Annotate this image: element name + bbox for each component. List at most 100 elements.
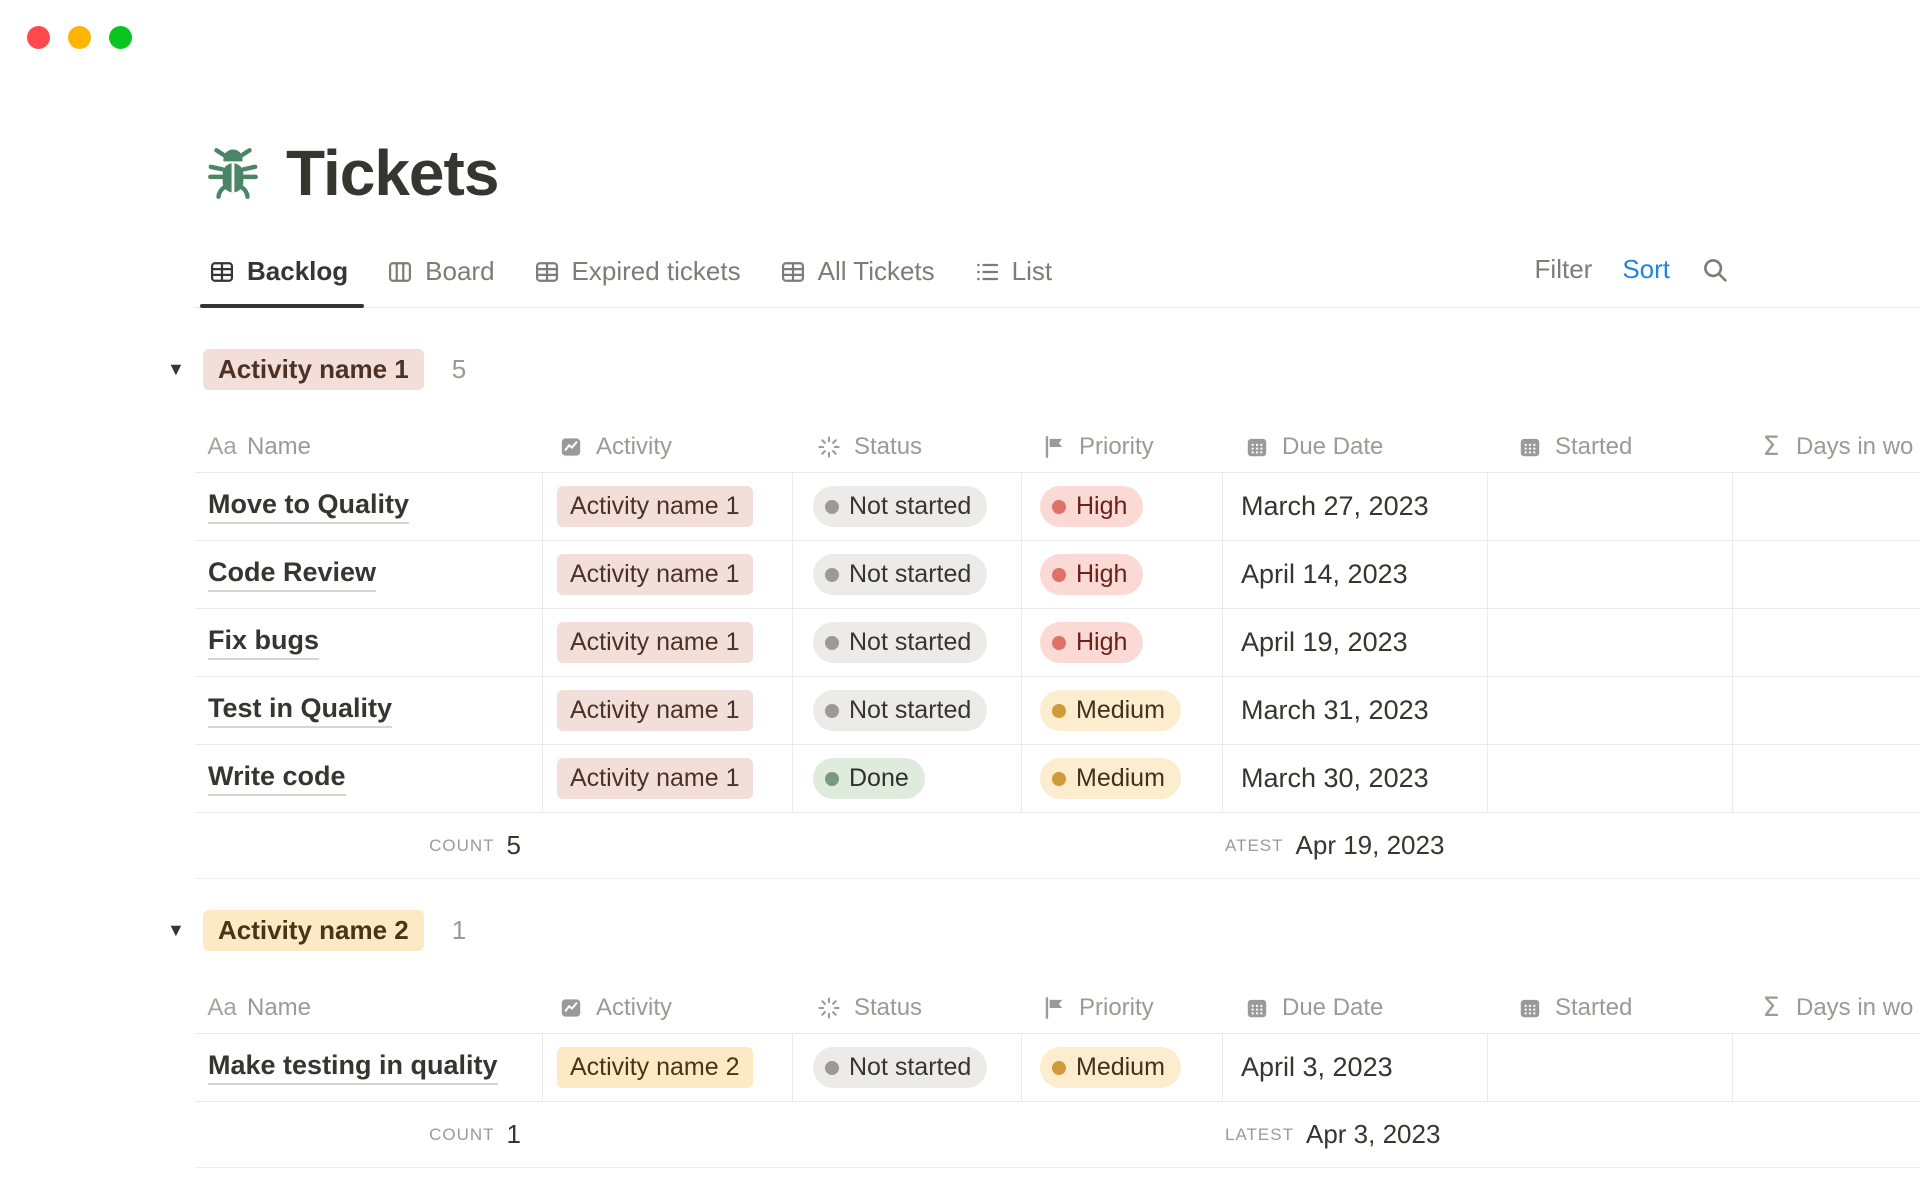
- column-header-name[interactable]: AaName: [195, 994, 543, 1022]
- activity-pill[interactable]: Activity name 2: [557, 1047, 753, 1088]
- relation-icon: [557, 433, 585, 461]
- days-cell[interactable]: [1733, 541, 1920, 608]
- days-cell[interactable]: [1733, 609, 1920, 676]
- due-date[interactable]: April 14, 2023: [1241, 559, 1408, 590]
- group-footer: COUNT 5 ATEST Apr 19, 2023: [195, 813, 1920, 879]
- ticket-name[interactable]: Write code: [208, 761, 346, 796]
- latest-label: ATEST: [1225, 836, 1284, 856]
- due-date[interactable]: March 30, 2023: [1241, 763, 1429, 794]
- due-date[interactable]: March 31, 2023: [1241, 695, 1429, 726]
- activity-pill[interactable]: Activity name 1: [557, 758, 753, 799]
- column-header-label: Priority: [1079, 994, 1154, 1022]
- priority-pill[interactable]: Medium: [1040, 1047, 1181, 1088]
- text-icon: Aa: [208, 433, 236, 461]
- status-dot-icon: [825, 568, 839, 582]
- tab-list[interactable]: List: [973, 246, 1052, 307]
- ticket-name[interactable]: Fix bugs: [208, 625, 319, 660]
- started-cell[interactable]: [1488, 1034, 1733, 1101]
- days-cell[interactable]: [1733, 677, 1920, 744]
- days-cell[interactable]: [1733, 473, 1920, 540]
- started-cell[interactable]: [1488, 745, 1733, 812]
- sum-icon: Σ: [1757, 433, 1785, 461]
- group-name-pill[interactable]: Activity name 2: [203, 910, 424, 951]
- column-header-started[interactable]: Started: [1488, 433, 1733, 461]
- bug-icon[interactable]: [202, 142, 264, 204]
- due-date[interactable]: April 3, 2023: [1241, 1052, 1393, 1083]
- column-header-priority[interactable]: Priority: [1022, 994, 1223, 1022]
- column-header-status[interactable]: Status: [793, 994, 1022, 1022]
- table-row[interactable]: Code Review Activity name 1 Not started …: [195, 541, 1920, 609]
- due-date[interactable]: April 19, 2023: [1241, 627, 1408, 658]
- collapse-triangle-icon[interactable]: ▼: [167, 359, 185, 380]
- view-tab-bar: Backlog Board Expired tickets All Ticket…: [195, 246, 1920, 308]
- column-header-name[interactable]: AaName: [195, 433, 543, 461]
- priority-pill[interactable]: High: [1040, 554, 1143, 595]
- calendar-icon: [1516, 433, 1544, 461]
- tab-expired-tickets[interactable]: Expired tickets: [533, 246, 741, 307]
- started-cell[interactable]: [1488, 473, 1733, 540]
- search-icon[interactable]: [1700, 255, 1730, 285]
- latest-value: Apr 19, 2023: [1296, 830, 1445, 861]
- tab-all-tickets[interactable]: All Tickets: [779, 246, 935, 307]
- ticket-name[interactable]: Make testing in quality: [208, 1050, 498, 1085]
- minimize-button[interactable]: [68, 26, 91, 49]
- table-row[interactable]: Move to Quality Activity name 1 Not star…: [195, 473, 1920, 541]
- column-header-due-date[interactable]: Due Date: [1223, 433, 1488, 461]
- due-date[interactable]: March 27, 2023: [1241, 491, 1429, 522]
- started-cell[interactable]: [1488, 609, 1733, 676]
- priority-pill[interactable]: Medium: [1040, 758, 1181, 799]
- ticket-name[interactable]: Code Review: [208, 557, 376, 592]
- group-name-pill[interactable]: Activity name 1: [203, 349, 424, 390]
- column-header-label: Started: [1555, 433, 1632, 461]
- status-icon: [815, 433, 843, 461]
- status-pill[interactable]: Done: [813, 758, 925, 799]
- latest-aggregate[interactable]: LATEST Apr 3, 2023: [1223, 1102, 1488, 1167]
- ticket-name[interactable]: Test in Quality: [208, 693, 392, 728]
- status-pill[interactable]: Not started: [813, 1047, 987, 1088]
- activity-pill[interactable]: Activity name 1: [557, 554, 753, 595]
- column-header-days-in-wo[interactable]: Σ Days in wo: [1733, 433, 1920, 461]
- status-pill[interactable]: Not started: [813, 486, 987, 527]
- column-header-due-date[interactable]: Due Date: [1223, 994, 1488, 1022]
- column-header-started[interactable]: Started: [1488, 994, 1733, 1022]
- priority-pill[interactable]: High: [1040, 622, 1143, 663]
- activity-pill[interactable]: Activity name 1: [557, 622, 753, 663]
- status-pill[interactable]: Not started: [813, 554, 987, 595]
- filter-button[interactable]: Filter: [1535, 254, 1593, 285]
- count-aggregate[interactable]: COUNT 1: [195, 1102, 543, 1167]
- sort-button[interactable]: Sort: [1622, 254, 1670, 285]
- started-cell[interactable]: [1488, 677, 1733, 744]
- days-cell[interactable]: [1733, 1034, 1920, 1101]
- zoom-button[interactable]: [109, 26, 132, 49]
- table-row[interactable]: Make testing in quality Activity name 2 …: [195, 1034, 1920, 1102]
- column-header-label: Priority: [1079, 433, 1154, 461]
- status-pill[interactable]: Not started: [813, 622, 987, 663]
- started-cell[interactable]: [1488, 541, 1733, 608]
- column-header-status[interactable]: Status: [793, 433, 1022, 461]
- priority-pill[interactable]: Medium: [1040, 690, 1181, 731]
- tab-board[interactable]: Board: [386, 246, 494, 307]
- column-header-priority[interactable]: Priority: [1022, 433, 1223, 461]
- close-button[interactable]: [27, 26, 50, 49]
- table-row[interactable]: Fix bugs Activity name 1 Not started Hig…: [195, 609, 1920, 677]
- latest-aggregate[interactable]: ATEST Apr 19, 2023: [1223, 813, 1488, 878]
- activity-pill[interactable]: Activity name 1: [557, 486, 753, 527]
- ticket-name[interactable]: Move to Quality: [208, 489, 409, 524]
- days-cell[interactable]: [1733, 745, 1920, 812]
- table-row[interactable]: Write code Activity name 1 Done Medium M…: [195, 745, 1920, 813]
- collapse-triangle-icon[interactable]: ▼: [167, 920, 185, 941]
- column-header-activity[interactable]: Activity: [543, 994, 793, 1022]
- status-pill[interactable]: Not started: [813, 690, 987, 731]
- tab-backlog[interactable]: Backlog: [208, 246, 348, 307]
- column-header-label: Days in wo: [1796, 433, 1913, 461]
- priority-pill[interactable]: High: [1040, 486, 1143, 527]
- text-icon: Aa: [208, 994, 236, 1022]
- column-header-activity[interactable]: Activity: [543, 433, 793, 461]
- column-header-days-in-wo[interactable]: ΣDays in wo: [1733, 994, 1920, 1022]
- activity-pill[interactable]: Activity name 1: [557, 690, 753, 731]
- group-section: ▼ Activity name 2 1 AaNameActivityStatus…: [195, 911, 1920, 1168]
- count-value: 5: [507, 830, 521, 861]
- table-row[interactable]: Test in Quality Activity name 1 Not star…: [195, 677, 1920, 745]
- tab-label: Expired tickets: [572, 256, 741, 287]
- count-aggregate[interactable]: COUNT 5: [195, 813, 543, 878]
